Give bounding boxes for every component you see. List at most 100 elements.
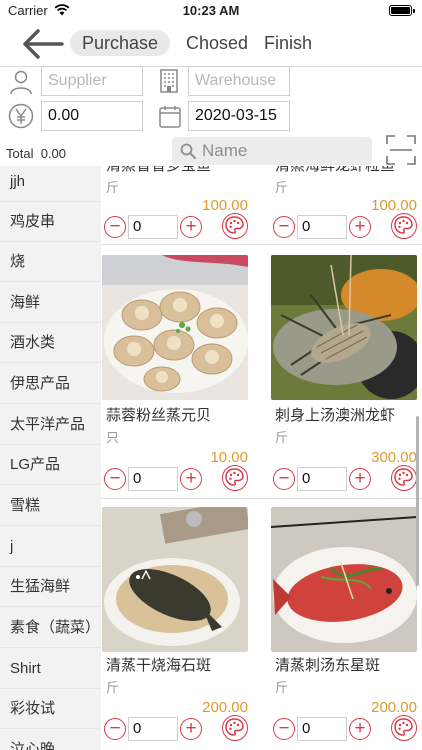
tab-purchase[interactable]: Purchase [70, 30, 171, 56]
quantity-input[interactable]: 0 [128, 467, 178, 491]
sidebar-item[interactable]: 酒水类 [0, 323, 101, 363]
product-name: 清蒸海鲜龙虾粒鱼 [275, 166, 421, 175]
palette-icon [394, 468, 413, 486]
yen-icon [8, 103, 34, 129]
sidebar-item[interactable]: 泣心晚 [0, 730, 101, 750]
date-field[interactable]: 2020-03-15 [188, 101, 290, 131]
back-arrow-icon[interactable] [20, 28, 64, 60]
palette-button[interactable] [391, 715, 417, 741]
quantity-stepper: − 0 + [271, 465, 421, 493]
product-photo-grouper[interactable] [102, 507, 248, 652]
sidebar-item[interactable]: 彩妆试 [0, 689, 101, 729]
sidebar-item[interactable]: j [0, 527, 101, 567]
quantity-stepper: − 0 + [102, 715, 252, 743]
palette-icon [394, 216, 413, 234]
calendar-icon [159, 106, 181, 128]
product-name: 清蒸刺汤东星斑 [275, 657, 381, 674]
battery-icon [389, 5, 415, 16]
warehouse-field[interactable]: Warehouse [188, 66, 290, 96]
search-placeholder: Name [202, 141, 248, 160]
product-unit: 只 [106, 430, 120, 445]
person-icon [10, 70, 32, 95]
palette-button[interactable] [222, 715, 248, 741]
product-price: 200.00 [202, 699, 248, 716]
product-photo-scallop[interactable] [102, 255, 248, 400]
palette-button[interactable] [222, 213, 248, 239]
tab-finish[interactable]: Finish [252, 30, 324, 56]
product-name: 刺身上汤澳洲龙虾 [275, 407, 396, 424]
red-fish-dish-image [271, 507, 417, 652]
sidebar-item[interactable]: 烧 [0, 242, 101, 282]
increment-button[interactable]: + [349, 718, 371, 740]
palette-icon [394, 718, 413, 736]
clock: 10:23 AM [182, 3, 240, 18]
search-input[interactable]: Name [172, 137, 372, 165]
sidebar-item[interactable]: 太平洋产品 [0, 405, 101, 445]
sidebar-item[interactable]: LG产品 [0, 445, 101, 485]
increment-button[interactable]: + [180, 216, 202, 238]
quantity-input[interactable]: 0 [297, 717, 347, 741]
product-unit: 斤 [275, 430, 289, 445]
increment-button[interactable]: + [349, 468, 371, 490]
product-unit: 斤 [106, 680, 120, 695]
sidebar-item[interactable]: Shirt [0, 649, 101, 689]
quantity-stepper: − 0 + [271, 715, 421, 743]
amount-field[interactable]: 0.00 [41, 101, 143, 131]
product-name: 清蒸干烧海石斑 [106, 657, 212, 674]
decrement-button[interactable]: − [273, 468, 295, 490]
building-icon [160, 69, 178, 93]
amount-date-row: 0.00 2020-03-15 [0, 100, 422, 134]
scan-icon[interactable] [386, 135, 416, 165]
sidebar-item[interactable]: 素食（蔬菜） [0, 608, 101, 648]
sidebar-item[interactable]: jjh [0, 166, 101, 202]
palette-button[interactable] [222, 465, 248, 491]
quantity-stepper: − 0 + [271, 213, 421, 241]
quantity-input[interactable]: 0 [297, 467, 347, 491]
quantity-input[interactable]: 0 [128, 215, 178, 239]
row-divider [101, 498, 422, 499]
tab-chosed[interactable]: Chosed [174, 30, 260, 56]
quantity-input[interactable]: 0 [128, 717, 178, 741]
scrollbar[interactable] [416, 416, 419, 586]
product-photo-lobster[interactable] [271, 255, 417, 400]
sidebar-item[interactable]: 鸡皮串 [0, 202, 101, 242]
decrement-button[interactable]: − [104, 718, 126, 740]
sidebar-item[interactable]: 生猛海鲜 [0, 567, 101, 607]
supplier-field[interactable]: Supplier [41, 66, 143, 96]
decrement-button[interactable]: − [104, 216, 126, 238]
quantity-stepper: − 0 + [102, 465, 252, 493]
lobster-dish-image [271, 255, 417, 400]
palette-button[interactable] [391, 465, 417, 491]
palette-icon [225, 468, 244, 486]
nav-bar: Purchase Chosed Finish [0, 22, 422, 66]
product-unit: 斤 [106, 180, 120, 195]
fish-dish-image [102, 507, 248, 652]
product-name: 蒜蓉粉丝蒸元贝 [106, 407, 212, 424]
increment-button[interactable]: + [180, 468, 202, 490]
sidebar-item[interactable]: 海鲜 [0, 283, 101, 323]
product-unit: 斤 [275, 680, 289, 695]
total-label: Total [6, 146, 34, 161]
product-name: 清蒸香香多宝鱼 [106, 166, 252, 175]
decrement-button[interactable]: − [273, 216, 295, 238]
decrement-button[interactable]: − [104, 468, 126, 490]
increment-button[interactable]: + [180, 718, 202, 740]
increment-button[interactable]: + [349, 216, 371, 238]
palette-icon [225, 216, 244, 234]
quantity-stepper: − 0 + [102, 213, 252, 241]
search-icon [180, 143, 196, 159]
product-price: 200.00 [371, 699, 417, 716]
decrement-button[interactable]: − [273, 718, 295, 740]
sidebar-item[interactable]: 伊思产品 [0, 364, 101, 404]
sidebar-item[interactable]: 雪糕 [0, 486, 101, 526]
product-price: 10.00 [210, 449, 248, 466]
palette-icon [225, 718, 244, 736]
category-sidebar: jjh 鸡皮串 烧 海鲜 酒水类 伊思产品 太平洋产品 LG产品 雪糕 j 生猛… [0, 166, 101, 750]
total-value: 0.00 [40, 146, 67, 161]
product-grid: 清蒸香香多宝鱼 斤 100.00 − 0 + 清蒸海鲜龙虾粒鱼 斤 100.00… [101, 166, 422, 750]
palette-button[interactable] [391, 213, 417, 239]
product-price: 100.00 [371, 197, 417, 214]
status-bar: Carrier 10:23 AM [0, 0, 422, 22]
quantity-input[interactable]: 0 [297, 215, 347, 239]
product-photo-red-grouper[interactable] [271, 507, 417, 652]
